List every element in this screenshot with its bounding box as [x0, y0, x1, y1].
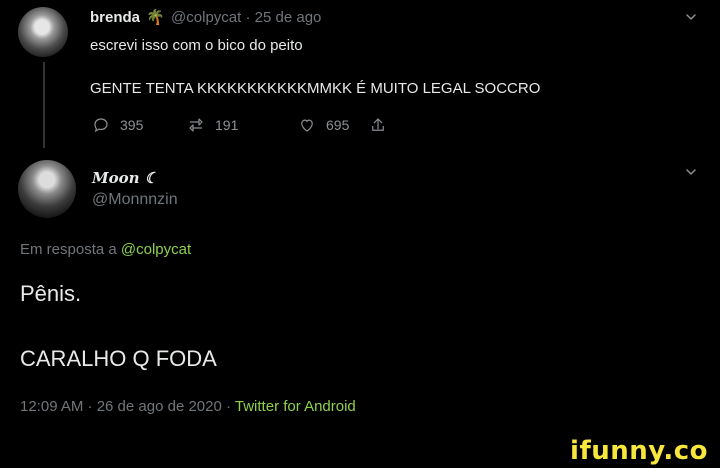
display-name[interactable]: Moon ☾ [92, 169, 158, 187]
tweet-line-1: escrevi isso com o bico do peito [90, 37, 303, 54]
reply-count: 395 [120, 117, 144, 133]
tweet-body-line-1: Pênis. [20, 281, 82, 306]
reply-icon [94, 118, 108, 133]
display-name[interactable]: brenda [90, 9, 140, 26]
tweet-time: · 25 de ago [245, 9, 322, 26]
watermark-logo: ifunny.co [570, 436, 708, 466]
tweet-body-line-2: CARALHO Q FODA [20, 346, 217, 371]
thread-line [43, 62, 45, 148]
in-reply-to: Em resposta a @colpycat [20, 241, 191, 258]
chevron-down-icon[interactable] [686, 169, 696, 175]
timestamp: 12:09 AM · 26 de ago de 2020 · [20, 398, 235, 415]
username[interactable]: @colpycat [171, 9, 241, 26]
avatar[interactable] [18, 160, 76, 218]
username[interactable]: @Monnnzin [92, 191, 178, 209]
reply-button[interactable]: 395 [92, 116, 143, 134]
share-icon [372, 118, 384, 131]
mention-link[interactable]: @colpycat [121, 241, 191, 258]
palm-tree-emoji: 🌴 [146, 9, 165, 26]
retweet-count: 191 [215, 117, 239, 133]
like-button[interactable]: 695 [298, 116, 349, 134]
heart-icon [301, 119, 313, 132]
retweet-button[interactable]: 191 [187, 116, 238, 134]
share-button[interactable] [369, 116, 387, 134]
chevron-down-icon[interactable] [686, 14, 696, 20]
reply-to-header: brenda 🌴 @colpycat · 25 de ago [90, 8, 321, 26]
in-reply-to-label: Em resposta a [20, 241, 121, 258]
source-link[interactable]: Twitter for Android [235, 398, 356, 415]
avatar[interactable] [18, 7, 68, 57]
tweet-line-2: GENTE TENTA KKKKKKKKKKKMMKK É MUITO LEGA… [90, 80, 541, 97]
like-count: 695 [326, 117, 350, 133]
retweet-icon [189, 118, 203, 132]
tweet-meta: 12:09 AM · 26 de ago de 2020 · Twitter f… [20, 398, 356, 415]
